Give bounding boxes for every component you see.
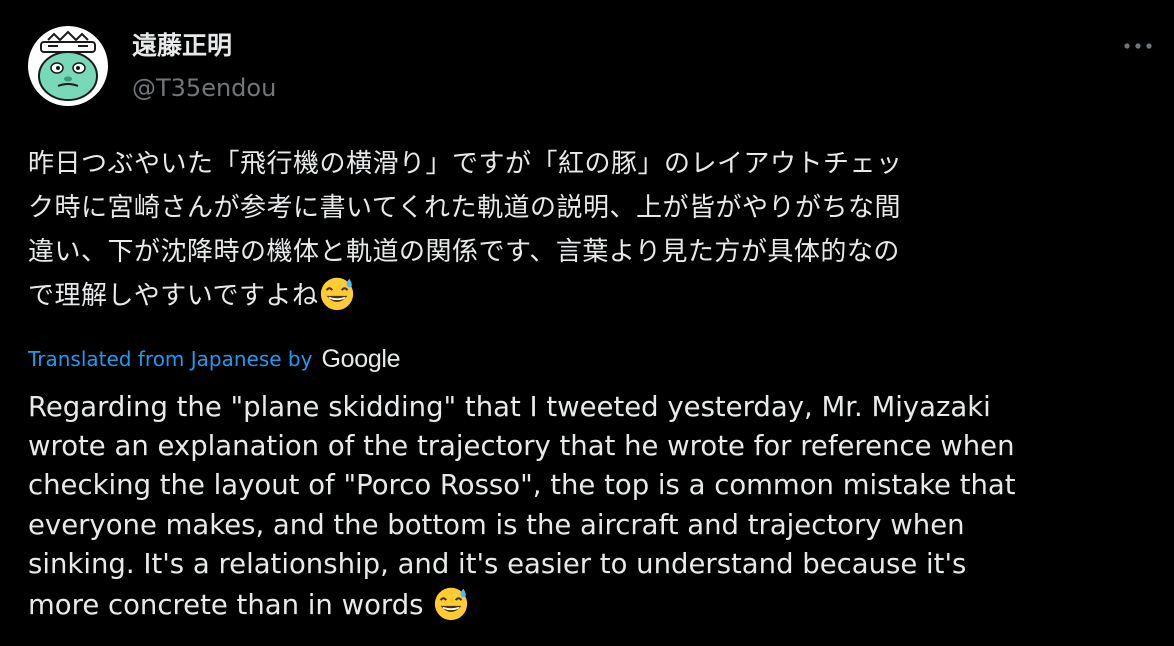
translated-line: checking the layout of "Porco Rosso", th… [28, 469, 1016, 502]
author-display-name[interactable]: 遠藤正明 [132, 30, 232, 62]
original-line: で理解しやすいですよね [28, 281, 319, 311]
more-options-button[interactable] [1118, 30, 1158, 62]
translation-attribution: Translated from Japanese by Google [28, 342, 401, 376]
more-dots-icon [1124, 43, 1152, 49]
translated-line: sinking. It's a relationship, and it's e… [28, 547, 967, 580]
translated-line-text: more concrete than in words [28, 589, 424, 622]
google-logo: Google [321, 344, 401, 373]
character-avatar-icon [28, 26, 108, 106]
original-line: 違い、下が沈降時の機体と軌道の関係です、言葉より見た方が具体的なの [28, 237, 900, 267]
translated-line: wrote an explanation of the trajectory t… [28, 430, 1015, 463]
tweet-card: 遠藤正明 @T35endou 昨日つぶやいた「飛行機の横滑り」ですが「紅の豚」の… [0, 0, 1174, 646]
author-handle[interactable]: @T35endou [132, 72, 276, 104]
translated-line: everyone makes, and the bottom is the ai… [28, 508, 965, 541]
grinning-face-with-sweat-emoji [435, 587, 468, 621]
tweet-original-text: 昨日つぶやいた「飛行機の横滑り」ですが「紅の豚」のレイアウトチェッ ク時に宮崎さ… [28, 142, 1154, 318]
tweet-translated-text: Regarding the "plane skidding" that I tw… [28, 388, 1158, 625]
translated-line: Regarding the "plane skidding" that I tw… [28, 391, 991, 423]
translated-line-last: more concrete than in words [28, 584, 1158, 625]
original-line: ク時に宮崎さんが参考に書いてくれた軌道の説明、上が皆がやりがちな間 [28, 193, 901, 223]
translated-from-link[interactable]: Translated from Japanese by [28, 347, 312, 371]
avatar[interactable] [28, 26, 108, 106]
grinning-face-with-sweat-emoji [321, 277, 354, 311]
original-line: 昨日つぶやいた「飛行機の横滑り」ですが「紅の豚」のレイアウトチェッ [28, 149, 903, 179]
